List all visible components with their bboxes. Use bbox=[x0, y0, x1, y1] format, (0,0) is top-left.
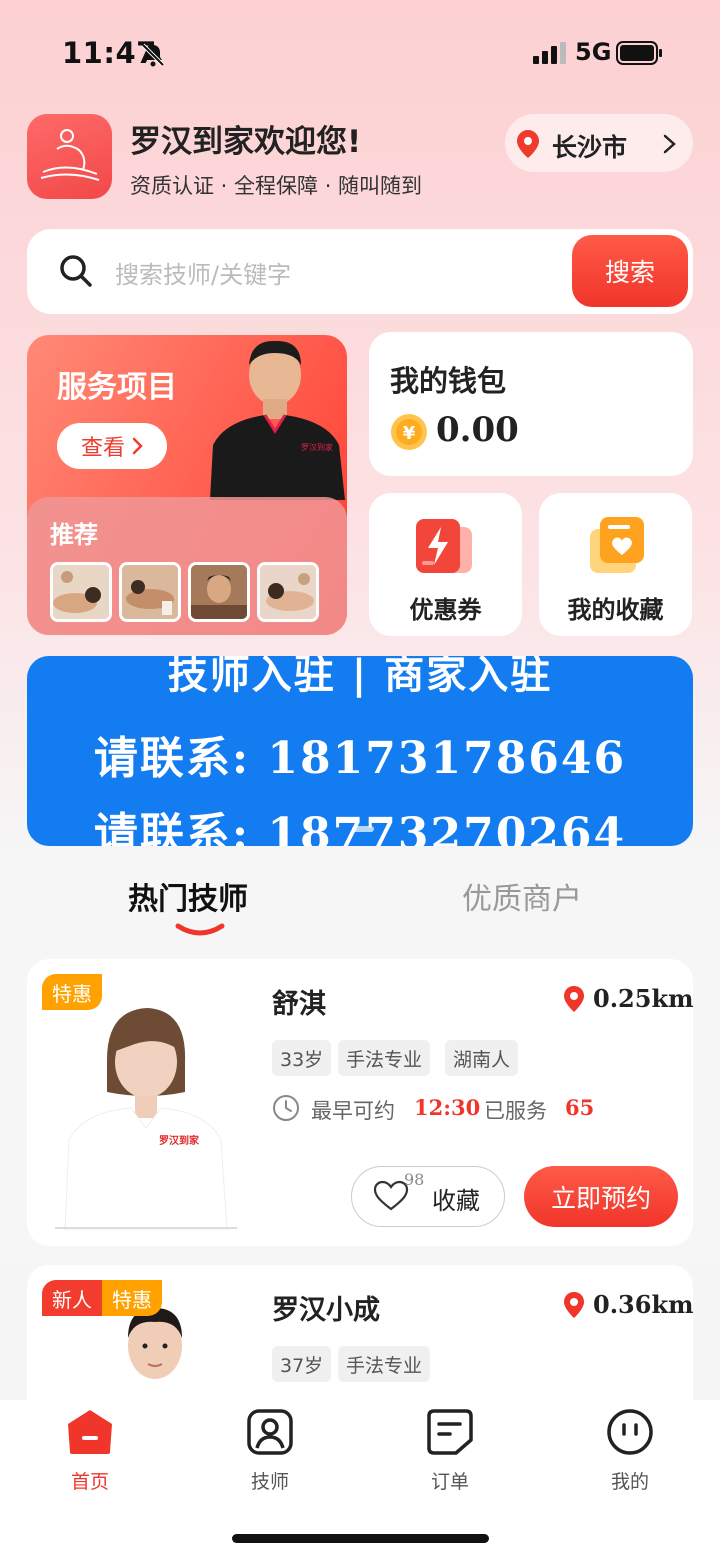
orders-icon[interactable] bbox=[426, 1408, 474, 1456]
home-indicator bbox=[232, 1534, 489, 1543]
search-button[interactable]: 搜索 bbox=[572, 235, 688, 307]
chevron-right-icon bbox=[663, 134, 676, 154]
banner-line-2: 请联系: 18173178646 bbox=[93, 733, 627, 784]
wallet-balance: 0.00 bbox=[436, 410, 519, 450]
chevron-right-icon bbox=[132, 437, 143, 455]
signal-icon bbox=[533, 42, 566, 64]
search-input[interactable]: 搜索技师/关键字 bbox=[115, 255, 291, 290]
coin-icon: ¥ bbox=[391, 414, 427, 450]
tab-active-underline bbox=[175, 923, 225, 936]
nav-mine-label[interactable]: 我的 bbox=[590, 1467, 670, 1494]
location-pin-icon bbox=[564, 986, 584, 1012]
search-icon bbox=[60, 255, 92, 287]
technician-icon[interactable] bbox=[246, 1408, 294, 1456]
recommend-thumb[interactable] bbox=[257, 562, 319, 622]
earliest-time: 12:30 bbox=[414, 1095, 481, 1120]
network-label: 5G bbox=[575, 38, 612, 66]
nav-home-label[interactable]: 首页 bbox=[50, 1467, 130, 1494]
recruit-banner[interactable]: 技师入驻 | 商家入驻 请联系: 18173178646 请联系: 187732… bbox=[27, 656, 693, 846]
badge-sale: 特惠 bbox=[102, 1280, 162, 1316]
tag-age: 33岁 bbox=[272, 1040, 332, 1076]
tag-origin: 湖南人 bbox=[445, 1040, 519, 1076]
tab-quality-merchants[interactable]: 优质商户 bbox=[462, 874, 582, 918]
banner-indicator bbox=[352, 826, 374, 832]
therapist-distance: 0.36km bbox=[593, 1290, 694, 1319]
badge-new: 新人 bbox=[42, 1280, 102, 1316]
bell-slash-icon bbox=[141, 43, 165, 67]
recommend-thumb[interactable] bbox=[50, 562, 112, 622]
service-model-photo: 罗汉到家 bbox=[205, 335, 347, 500]
wallet-title: 我的钱包 bbox=[390, 364, 507, 398]
location-pin-icon bbox=[564, 1292, 584, 1318]
massage-logo-icon bbox=[40, 129, 100, 181]
nav-technician-label[interactable]: 技师 bbox=[230, 1467, 310, 1494]
book-now-button[interactable]: 立即预约 bbox=[524, 1166, 678, 1227]
therapist-photo[interactable]: 罗汉到家 bbox=[55, 1000, 237, 1230]
earliest-label: 最早可约 bbox=[311, 1099, 395, 1123]
favorites-icon bbox=[590, 517, 644, 573]
therapist-name: 罗汉小成 bbox=[272, 1295, 380, 1326]
served-label: 已服务 bbox=[484, 1099, 547, 1123]
therapist-distance: 0.25km bbox=[593, 984, 694, 1013]
location-pin-icon bbox=[517, 130, 539, 158]
favorites-label: 我的收藏 bbox=[567, 596, 664, 624]
view-button[interactable]: 查看 bbox=[57, 423, 167, 469]
welcome-subtitle: 资质认证 · 全程保障 · 随叫随到 bbox=[130, 174, 423, 198]
view-button-label: 查看 bbox=[80, 436, 125, 461]
served-count: 65 bbox=[565, 1095, 595, 1120]
tag-age: 37岁 bbox=[272, 1346, 332, 1382]
recommend-thumb[interactable] bbox=[119, 562, 181, 622]
profile-icon[interactable] bbox=[606, 1408, 654, 1456]
battery-icon bbox=[616, 41, 662, 65]
tag-skill: 手法专业 bbox=[338, 1040, 431, 1076]
coupon-icon bbox=[416, 519, 472, 573]
tag-skill: 手法专业 bbox=[338, 1346, 431, 1382]
svg-text:¥: ¥ bbox=[403, 423, 416, 444]
shirt-logo-text: 罗汉到家 bbox=[301, 442, 333, 452]
therapist-name: 舒淇 bbox=[272, 989, 326, 1020]
service-title: 服务项目 bbox=[57, 370, 177, 405]
tab-hot-technicians[interactable]: 热门技师 bbox=[128, 874, 248, 918]
clock-icon bbox=[273, 1095, 299, 1121]
coupon-label: 优惠券 bbox=[409, 596, 482, 624]
favorite-label: 收藏 bbox=[432, 1187, 480, 1215]
welcome-title: 罗汉到家欢迎您! bbox=[130, 124, 362, 160]
banner-line-3: 请联系: 18773270264 bbox=[93, 809, 627, 846]
shirt-logo-text: 罗汉到家 bbox=[159, 1134, 200, 1147]
home-icon[interactable] bbox=[66, 1408, 114, 1456]
city-name[interactable]: 长沙市 bbox=[552, 128, 627, 164]
nav-orders-label[interactable]: 订单 bbox=[410, 1467, 490, 1494]
recommend-thumb[interactable] bbox=[188, 562, 250, 622]
favorite-count: 98 bbox=[404, 1170, 425, 1189]
app-logo bbox=[27, 114, 112, 199]
recommend-label: 推荐 bbox=[50, 521, 98, 549]
banner-line-1: 技师入驻 | 商家入驻 bbox=[167, 656, 553, 698]
wallet-card[interactable] bbox=[369, 332, 693, 476]
